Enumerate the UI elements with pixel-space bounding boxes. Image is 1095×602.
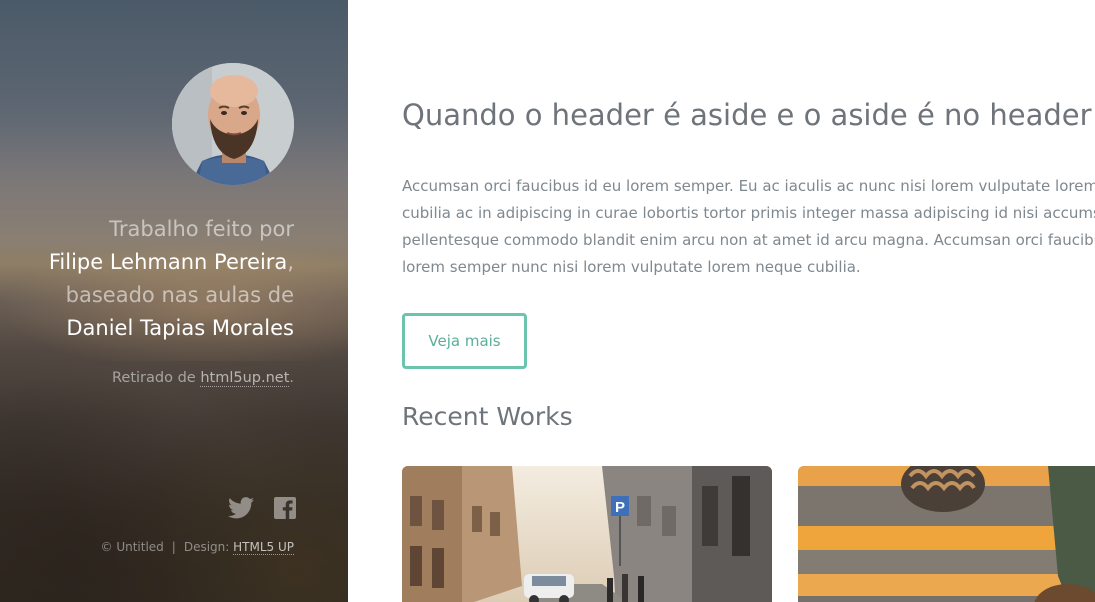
- source-suffix: .: [289, 370, 294, 386]
- copyright: © Untitled | Design: HTML5 UP: [100, 540, 294, 555]
- intro-line: Accumsan orci faucibus id eu lorem sempe…: [402, 177, 1095, 195]
- landscape-background: [0, 322, 348, 602]
- copyright-separator: |: [171, 540, 176, 554]
- facebook-icon[interactable]: [274, 497, 296, 523]
- recent-works-title: Recent Works: [402, 402, 573, 431]
- see-more-button[interactable]: Veja mais: [402, 313, 527, 369]
- source-link[interactable]: html5up.net: [200, 370, 290, 387]
- work-thumbnail-stairs[interactable]: [798, 466, 1095, 602]
- svg-text:P: P: [615, 499, 625, 516]
- credits: Trabalho feito por Filipe Lehmann Pereir…: [0, 213, 294, 345]
- intro-line: cubilia ac in adipiscing in curae lobort…: [402, 204, 1095, 222]
- intro-paragraph: Accumsan orci faucibus id eu lorem sempe…: [402, 173, 1095, 281]
- sidebar-header: Trabalho feito por Filipe Lehmann Pereir…: [0, 0, 348, 602]
- author-name: Filipe Lehmann Pereira: [48, 250, 288, 274]
- credits-comma: ,: [287, 250, 294, 274]
- copyright-text: © Untitled: [100, 540, 164, 554]
- main-content: Quando o header é aside e o aside é no h…: [348, 0, 1095, 602]
- design-label: Design:: [183, 540, 234, 554]
- credits-line-based-on: baseado nas aulas de: [65, 283, 294, 307]
- credits-line-made-by: Trabalho feito por: [109, 217, 294, 241]
- intro-line: lorem semper nunc nisi lorem vulputate l…: [402, 258, 861, 276]
- design-link[interactable]: HTML5 UP: [233, 540, 294, 555]
- teacher-name: Daniel Tapias Morales: [66, 316, 294, 340]
- work-thumbnail-street[interactable]: P: [402, 466, 772, 602]
- intro-line: pellentesque commodo blandit enim arcu n…: [402, 231, 1095, 249]
- avatar[interactable]: [172, 63, 294, 185]
- source-prefix: Retirado de: [112, 370, 201, 386]
- twitter-icon[interactable]: [228, 497, 254, 523]
- source-note: Retirado de html5up.net.: [112, 370, 294, 387]
- social-links: [228, 497, 296, 523]
- page-title: Quando o header é aside e o aside é no h…: [402, 98, 1092, 132]
